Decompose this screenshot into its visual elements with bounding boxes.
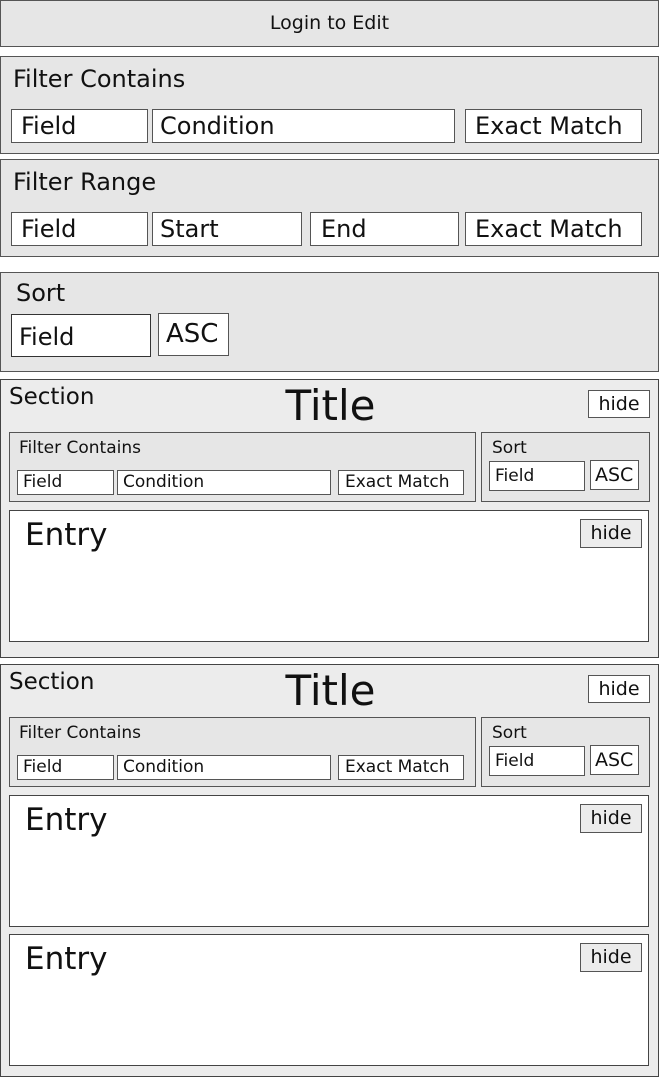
entry-hide-button[interactable]: hide [580,519,642,548]
sort-order-toggle[interactable]: ASC [158,313,229,356]
section-hide-button[interactable]: hide [588,675,650,703]
section-sort-title: Sort [492,438,527,458]
filter-condition-input[interactable]: Condition [152,109,455,143]
section-title: Title [285,666,376,715]
section-sort: Sort Field ASC [481,432,650,502]
sort-panel: Sort Field ASC [0,272,659,372]
section-exact-match-toggle[interactable]: Exact Match [338,755,464,780]
sort-title: Sort [16,279,66,307]
section-sort-field-input[interactable]: Field [489,461,585,491]
login-button[interactable]: Login to Edit [0,0,659,47]
range-end-input[interactable]: End [310,212,459,246]
section-filter-contains: Filter Contains Field Condition Exact Ma… [9,717,476,787]
sort-field-input[interactable]: Field [11,314,151,357]
section-sort: Sort Field ASC [481,717,650,787]
filter-range-panel: Filter Range Field Start End Exact Match [0,159,659,257]
entry-title: Entry [25,941,108,977]
entry-hide-button[interactable]: hide [580,943,642,972]
entry: Entry hide [9,795,649,927]
section-sort-order-toggle[interactable]: ASC [590,460,639,490]
section-filter-title: Filter Contains [19,723,141,743]
section-title: Title [285,381,376,430]
filter-field-input[interactable]: Field [11,109,148,143]
entry-title: Entry [25,517,108,553]
section-sort-field-input[interactable]: Field [489,746,585,776]
range-field-input[interactable]: Field [11,212,148,246]
section-filter-title: Filter Contains [19,438,141,458]
section-sort-title: Sort [492,723,527,743]
entry-title: Entry [25,802,108,838]
section-exact-match-toggle[interactable]: Exact Match [338,470,464,495]
range-start-input[interactable]: Start [152,212,302,246]
filter-contains-panel: Filter Contains Field Condition Exact Ma… [0,56,659,154]
section-filter-field-input[interactable]: Field [17,755,114,780]
entry-hide-button[interactable]: hide [580,804,642,833]
section-filter-field-input[interactable]: Field [17,470,114,495]
section-filter-condition-input[interactable]: Condition [117,755,331,780]
filter-contains-title: Filter Contains [13,65,186,93]
range-exact-match-toggle[interactable]: Exact Match [465,212,642,246]
section-filter-condition-input[interactable]: Condition [117,470,331,495]
section-filter-contains: Filter Contains Field Condition Exact Ma… [9,432,476,502]
section-hide-button[interactable]: hide [588,390,650,418]
exact-match-toggle[interactable]: Exact Match [465,109,642,143]
entry: Entry hide [9,934,649,1066]
section-sort-order-toggle[interactable]: ASC [590,745,639,775]
entry: Entry hide [9,510,649,642]
section: Section Title hide Filter Contains Field… [0,379,659,658]
section: Section Title hide Filter Contains Field… [0,664,659,1077]
filter-range-title: Filter Range [13,168,157,196]
